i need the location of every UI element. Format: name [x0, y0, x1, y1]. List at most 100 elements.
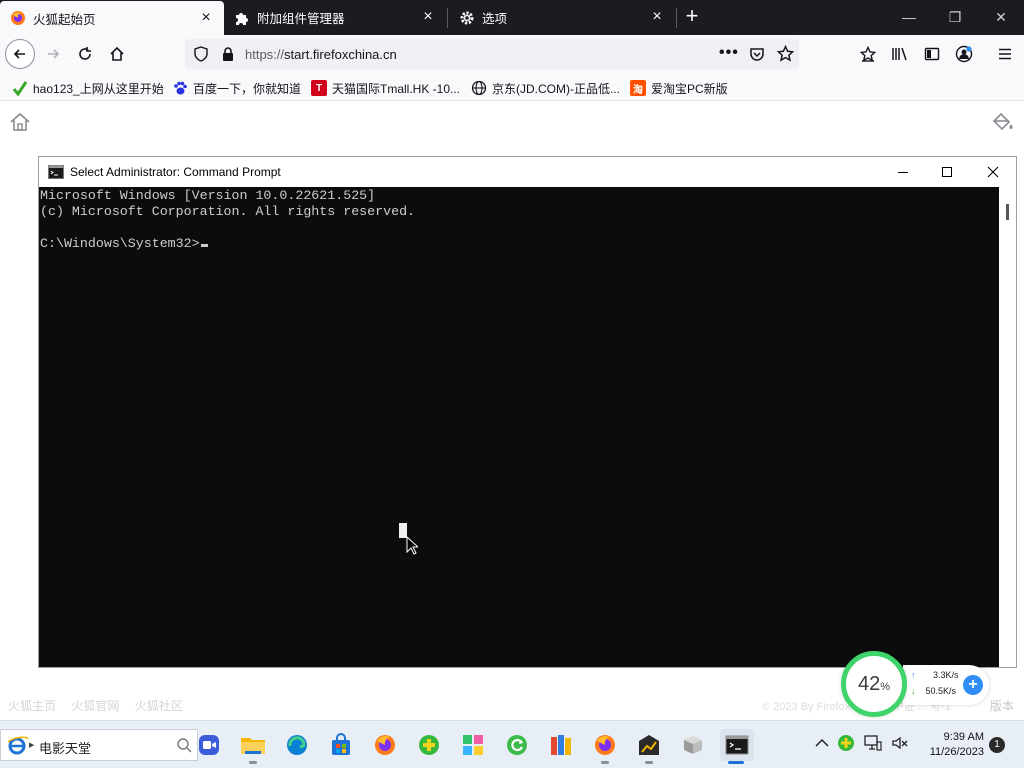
tmall-icon: T: [311, 80, 327, 96]
home-icon[interactable]: [9, 111, 31, 136]
tab-divider: [447, 8, 448, 28]
upload-speed: 3.3K/s: [933, 670, 959, 680]
volume-muted-icon[interactable]: [891, 735, 909, 754]
close-icon[interactable]: [970, 157, 1016, 187]
upload-row: ↑ 3.3K/s: [911, 670, 959, 680]
memory-percent: 42%: [857, 672, 891, 695]
minimize-icon[interactable]: —: [886, 0, 932, 34]
close-window-icon[interactable]: ✕: [978, 0, 1024, 34]
bookmarks-toolbar: hao123_上网从这里开始 百度一下，你就知道 T 天猫国际Tmall.HK …: [0, 73, 1024, 101]
tab-firefox-start[interactable]: 火狐起始页 ×: [0, 1, 224, 35]
console-line: Microsoft Windows [Version 10.0.22621.52…: [40, 188, 376, 203]
maximize-icon[interactable]: [924, 157, 970, 187]
close-icon[interactable]: ×: [649, 9, 665, 25]
cmd-title-bar[interactable]: Select Administrator: Command Prompt: [39, 157, 1016, 187]
sidebar-button[interactable]: [917, 39, 947, 69]
taobao-icon: 淘: [630, 80, 646, 96]
globe-icon: [471, 80, 487, 96]
minimize-icon[interactable]: [880, 157, 926, 187]
command-prompt-window[interactable]: Select Administrator: Command Prompt Mic…: [38, 156, 1017, 668]
system-clock[interactable]: 9:39 AM 11/26/2023: [920, 730, 984, 760]
console-prompt-line: C:\Windows\System32>: [40, 236, 208, 251]
page-actions-icon[interactable]: •••: [719, 44, 739, 62]
vm-icon[interactable]: [677, 729, 709, 761]
footer-link[interactable]: 火狐官网: [71, 699, 119, 713]
bookmark-jd[interactable]: 京东(JD.COM)-正品低...: [471, 79, 620, 97]
footer-link[interactable]: 火狐主页: [8, 699, 56, 713]
cmd-icon[interactable]: [720, 729, 754, 764]
footer-version[interactable]: 版本: [990, 697, 1014, 714]
store-icon[interactable]: [325, 729, 357, 761]
tiles-app-icon[interactable]: [457, 729, 489, 761]
dropdown-caret-icon[interactable]: ▶: [29, 741, 34, 749]
restore-icon[interactable]: ❐: [932, 0, 978, 34]
account-icon: [955, 45, 973, 63]
text-cursor: [200, 244, 208, 247]
file-explorer-icon[interactable]: [237, 729, 269, 764]
network-speed-widget[interactable]: ↑ 3.3K/s ↓ 50.5K/s + 42%: [841, 651, 991, 719]
download-speed: 50.5K/s: [925, 686, 957, 696]
bookmarks-star-button[interactable]: [853, 39, 883, 69]
vertical-scrollbar[interactable]: [999, 187, 1016, 667]
memory-usage-ring[interactable]: 42%: [841, 651, 907, 717]
refresh-app-icon[interactable]: [501, 729, 533, 761]
tray-plus-app-icon[interactable]: [837, 734, 855, 755]
network-icon[interactable]: [864, 735, 882, 754]
bookmark-hao123[interactable]: hao123_上网从这里开始: [12, 79, 164, 97]
bookmark-taobao[interactable]: 淘 爱淘宝PC新版: [630, 79, 728, 97]
edge-icon[interactable]: [281, 729, 313, 761]
cmd-window-title: Select Administrator: Command Prompt: [70, 165, 281, 179]
menu-button[interactable]: [990, 39, 1020, 69]
address-bar[interactable]: https://start.firefoxchina.cn •••: [185, 39, 799, 69]
firefox-icon[interactable]: [369, 729, 401, 761]
tab-addons-manager[interactable]: 附加组件管理器 ×: [224, 0, 446, 35]
puzzle-icon: [234, 10, 250, 26]
scrollbar-thumb[interactable]: [1006, 204, 1009, 220]
bookmark-baidu[interactable]: 百度一下，你就知道: [172, 79, 301, 97]
paint-bucket-icon[interactable]: [991, 111, 1015, 136]
ie-search-icon: [7, 736, 29, 759]
close-icon[interactable]: ×: [420, 9, 436, 25]
taskbar-search-box[interactable]: ▶ 电影天堂: [0, 729, 198, 761]
cmd-icon: [48, 165, 64, 182]
boost-plus-icon[interactable]: +: [963, 675, 983, 695]
forward-button[interactable]: [38, 39, 68, 69]
baidu-paw-icon: [172, 80, 188, 96]
chart-app-icon[interactable]: [633, 729, 665, 764]
bookmark-label: 京东(JD.COM)-正品低...: [492, 81, 620, 96]
bookmark-label: 天猫国际Tmall.HK -10...: [332, 81, 461, 96]
archive-icon[interactable]: [545, 729, 577, 761]
chevron-up-icon[interactable]: [815, 737, 829, 751]
footer-link[interactable]: 火狐社区: [135, 699, 183, 713]
bookmark-tmall[interactable]: T 天猫国际Tmall.HK -10...: [311, 79, 460, 97]
back-button[interactable]: [5, 39, 35, 69]
account-button[interactable]: [949, 39, 979, 69]
speed-panel: ↑ 3.3K/s ↓ 50.5K/s +: [903, 665, 989, 705]
tab-label: 附加组件管理器: [257, 12, 345, 26]
reload-button[interactable]: [70, 39, 100, 69]
bookmark-star-icon[interactable]: [776, 44, 795, 65]
home-button[interactable]: [102, 39, 132, 69]
lock-icon[interactable]: [221, 46, 235, 65]
pocket-icon[interactable]: [749, 46, 765, 65]
hamburger-icon: [999, 48, 1011, 60]
bookmark-label: 爱淘宝PC新版: [651, 81, 728, 96]
firefox-icon[interactable]: [589, 729, 621, 764]
notification-badge[interactable]: 1: [989, 737, 1005, 753]
library-button[interactable]: [885, 39, 915, 69]
console-output[interactable]: Microsoft Windows [Version 10.0.22621.52…: [39, 187, 999, 667]
search-icon[interactable]: [176, 737, 192, 756]
navigation-toolbar: https://start.firefoxchina.cn •••: [0, 35, 1024, 73]
zoom-icon[interactable]: [193, 729, 225, 761]
plus-app-icon[interactable]: [413, 729, 445, 761]
close-icon[interactable]: ×: [198, 10, 214, 26]
upload-arrow-icon: ↑: [911, 670, 916, 680]
download-arrow-icon: ↓: [911, 686, 916, 696]
clock-time: 9:39 AM: [943, 731, 984, 743]
shield-icon[interactable]: [193, 46, 209, 65]
active-indicator: [728, 761, 744, 764]
url-text[interactable]: https://start.firefoxchina.cn: [245, 47, 397, 62]
tab-options[interactable]: 选项 ×: [449, 0, 675, 35]
new-tab-button[interactable]: +: [680, 5, 704, 29]
taskbar: ▶ 电影天堂 9:39 AM 11/26/2023 1: [0, 720, 1024, 768]
